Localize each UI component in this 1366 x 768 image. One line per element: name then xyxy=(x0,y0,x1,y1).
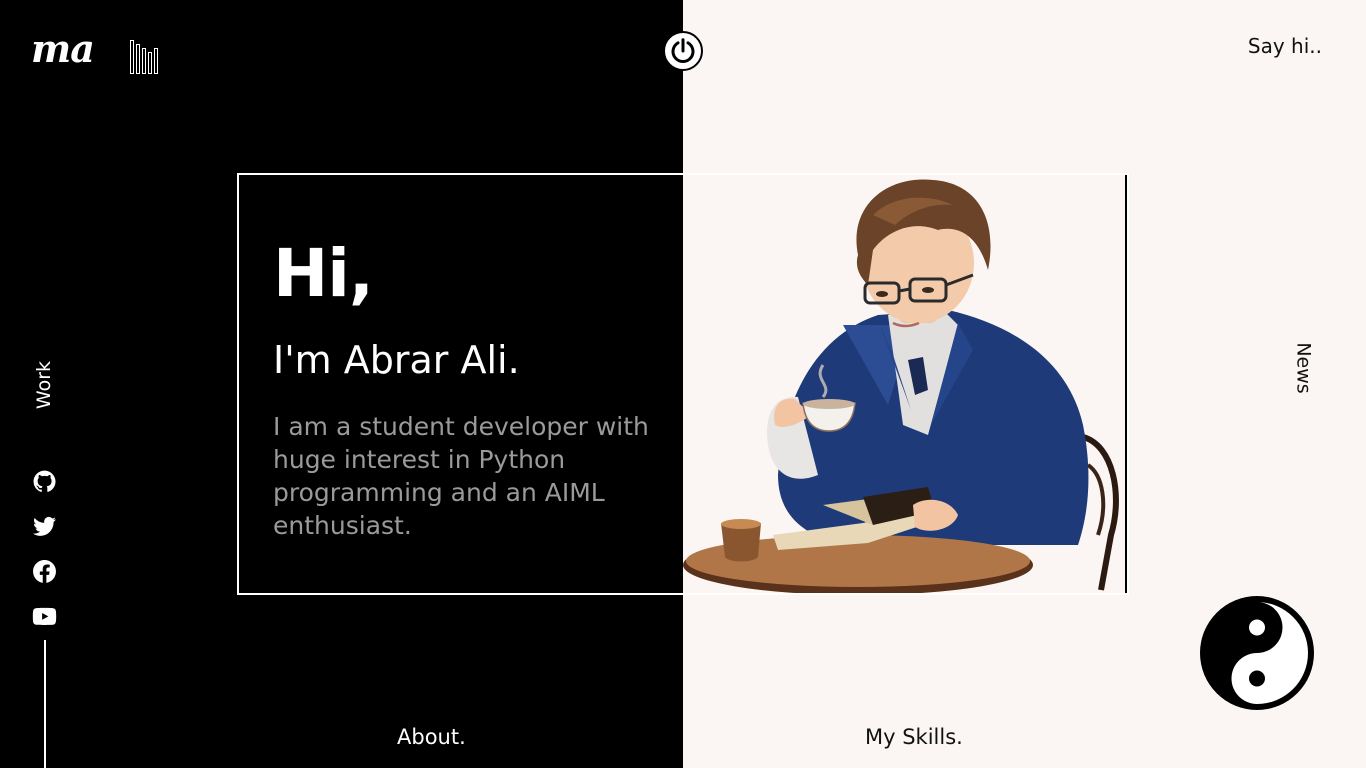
facebook-icon xyxy=(33,560,56,583)
avatar-illustration xyxy=(683,179,1119,593)
news-label: News xyxy=(1293,342,1315,394)
youtube-icon xyxy=(32,607,57,625)
twitter-link[interactable] xyxy=(32,514,57,539)
sound-bar xyxy=(142,48,146,74)
decorative-line xyxy=(44,640,46,768)
work-link[interactable]: Work xyxy=(32,356,56,414)
hero-illustration-panel xyxy=(683,175,1127,593)
sound-toggle-icon[interactable] xyxy=(130,40,164,74)
youtube-link[interactable] xyxy=(32,604,57,629)
site-logo[interactable]: ma xyxy=(31,26,95,71)
card-border-top-right xyxy=(683,173,1129,175)
bio-text: I am a student developer with huge inter… xyxy=(273,412,649,540)
card-border-bottom-right xyxy=(683,593,1129,595)
power-button[interactable] xyxy=(663,31,703,71)
power-icon xyxy=(671,38,695,64)
twitter-icon xyxy=(33,516,56,536)
about-link[interactable]: About. xyxy=(397,725,466,749)
sound-bar xyxy=(148,52,152,74)
sound-bar xyxy=(130,40,134,74)
greeting-heading: Hi, xyxy=(273,235,374,312)
sound-bar xyxy=(136,44,140,74)
sound-bar xyxy=(154,48,158,74)
hero-card: Hi, I'm Abrar Ali. I am a student develo… xyxy=(237,173,1129,595)
say-hi-link[interactable]: Say hi.. xyxy=(1248,34,1322,58)
name-heading: I'm Abrar Ali. xyxy=(273,338,520,382)
yin-yang-icon[interactable] xyxy=(1198,594,1316,712)
news-link[interactable]: News xyxy=(1292,338,1316,398)
skills-link[interactable]: My Skills. xyxy=(865,725,963,749)
github-icon xyxy=(33,470,56,492)
social-links xyxy=(32,469,58,649)
hero-text-panel: Hi, I'm Abrar Ali. I am a student develo… xyxy=(239,175,683,593)
github-link[interactable] xyxy=(32,469,57,494)
work-label: Work xyxy=(33,360,55,410)
facebook-link[interactable] xyxy=(32,559,57,584)
